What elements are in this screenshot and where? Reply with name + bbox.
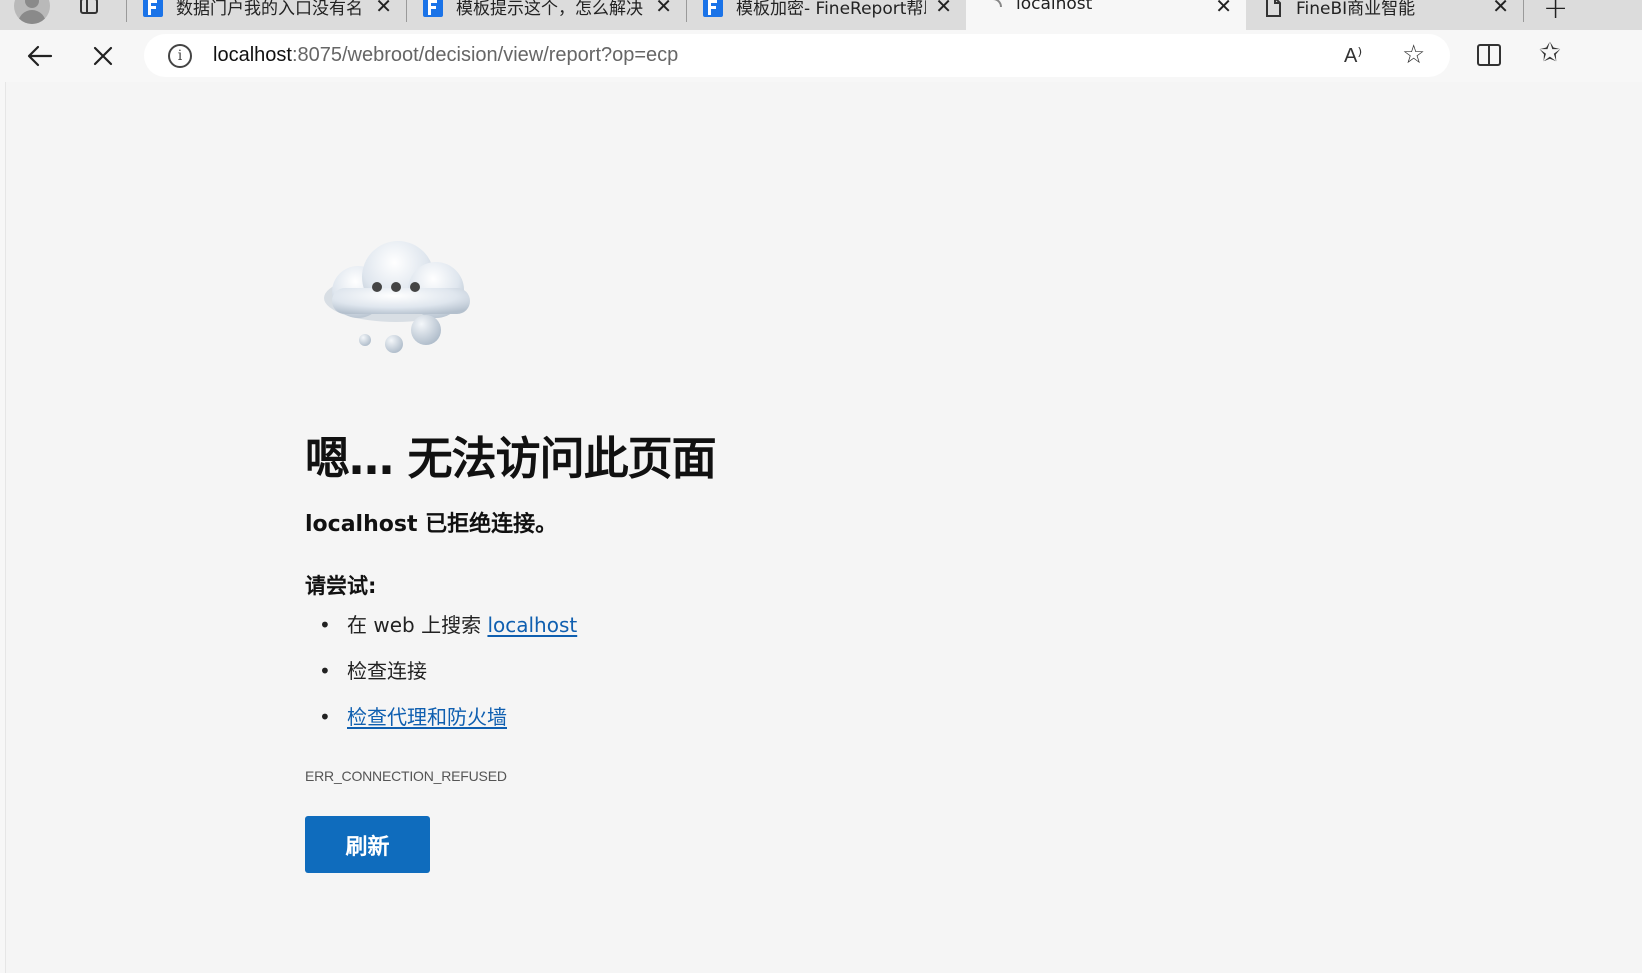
error-heading: 嗯… 无法访问此页面 <box>305 432 717 485</box>
tab-close-icon[interactable]: ✕ <box>1492 0 1509 17</box>
suggestion-list: 在 web 上搜索 localhost 检查连接 检查代理和防火墙 <box>305 609 577 747</box>
profile-avatar-icon[interactable] <box>14 0 50 24</box>
error-page: 嗯… 无法访问此页面 localhost 已拒绝连接。 请尝试: 在 web 上… <box>5 82 1642 973</box>
close-icon <box>93 46 113 66</box>
tab-title: 数据门户我的入口没有名 <box>176 0 363 19</box>
add-favorite-star-icon[interactable]: ☆ <box>1402 40 1425 70</box>
tab-title: FineBI商业智能 <box>1296 0 1416 19</box>
url-path: :8075/webroot/decision/view/report?op=ec… <box>291 44 679 66</box>
finereport-logo-icon <box>423 0 443 17</box>
split-screen-icon[interactable] <box>1477 44 1501 66</box>
suggestion-text: 在 web 上搜索 <box>347 613 488 637</box>
tab-2[interactable]: 模板提示这个，怎么解决 ✕ <box>406 0 686 30</box>
tab-close-icon[interactable]: ✕ <box>935 0 952 17</box>
tab-title: 模板提示这个，怎么解决 <box>456 0 643 19</box>
suggestion-text: 检查连接 <box>347 659 427 683</box>
search-localhost-link[interactable]: localhost <box>487 613 577 637</box>
site-info-icon[interactable]: i <box>168 44 192 68</box>
stop-loading-button[interactable] <box>87 40 119 72</box>
tab-close-icon[interactable]: ✕ <box>655 0 672 17</box>
tab-close-icon[interactable]: ✕ <box>1215 0 1232 17</box>
address-bar[interactable]: i localhost:8075/webroot/decision/view/r… <box>144 34 1450 77</box>
tab-4-active[interactable]: localhost ✕ <box>966 0 1246 30</box>
read-aloud-icon[interactable]: A⁾ <box>1344 43 1362 68</box>
loading-spinner-icon <box>992 0 1002 8</box>
tab-strip: 数据门户我的入口没有名 ✕ 模板提示这个，怎么解决 ✕ 模板加密- FineRe… <box>0 0 1642 30</box>
tab-3[interactable]: 模板加密- FineReport帮助 ✕ <box>686 0 966 30</box>
favorites-icon[interactable]: ✩ <box>1539 38 1561 68</box>
tab-close-icon[interactable]: ✕ <box>375 0 392 17</box>
browser-toolbar: i localhost:8075/webroot/decision/view/r… <box>0 30 1642 82</box>
suggestion-check-proxy: 检查代理和防火墙 <box>305 701 577 747</box>
address-url[interactable]: localhost:8075/webroot/decision/view/rep… <box>213 44 678 67</box>
error-subheading: localhost 已拒绝连接。 <box>305 512 558 537</box>
tab-title: 模板加密- FineReport帮助 <box>736 0 926 19</box>
tab-title: localhost <box>1016 0 1093 14</box>
tab-actions-menu-icon[interactable] <box>78 0 100 18</box>
error-code: ERR_CONNECTION_REFUSED <box>305 768 507 784</box>
suggestion-search-web: 在 web 上搜索 localhost <box>305 609 577 655</box>
tab-divider <box>1523 0 1524 22</box>
tab-5[interactable]: FineBI商业智能 ✕ <box>1246 0 1523 30</box>
page-icon <box>1266 0 1281 17</box>
suggestion-check-connection: 检查连接 <box>305 655 577 701</box>
finereport-logo-icon <box>143 0 163 17</box>
finereport-logo-icon <box>703 0 723 17</box>
new-tab-button[interactable]: + <box>1543 0 1568 26</box>
back-arrow-icon <box>27 45 53 67</box>
cloud-icon <box>324 241 470 353</box>
back-button[interactable] <box>24 40 56 72</box>
tab-1[interactable]: 数据门户我的入口没有名 ✕ <box>126 0 406 30</box>
refresh-button[interactable]: 刷新 <box>305 816 430 873</box>
try-label: 请尝试: <box>305 574 377 598</box>
url-host: localhost <box>213 44 292 66</box>
check-proxy-firewall-link[interactable]: 检查代理和防火墙 <box>347 705 507 729</box>
